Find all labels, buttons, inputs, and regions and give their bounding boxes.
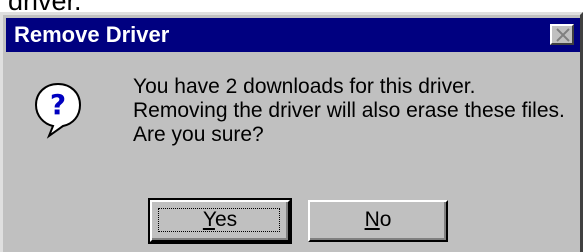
message-line-2: Removing the driver will also erase thes…	[133, 99, 565, 122]
yes-button-label: Yes	[202, 208, 238, 231]
title-bar[interactable]: Remove Driver	[6, 18, 580, 52]
message-line-3: Are you sure?	[133, 123, 264, 146]
close-icon	[556, 28, 570, 42]
svg-text:?: ?	[50, 88, 66, 121]
dialog-title: Remove Driver	[14, 22, 170, 47]
message-line-1: You have 2 downloads for this driver.	[133, 75, 476, 98]
message-text: You have 2 downloads for this driver. Re…	[133, 75, 565, 147]
close-button[interactable]	[550, 24, 574, 45]
question-icon: ?	[33, 81, 83, 139]
no-button[interactable]: No	[308, 200, 448, 242]
remove-driver-dialog: Remove Driver ? You have 2 downloads for…	[0, 12, 583, 252]
yes-button[interactable]: Yes	[148, 198, 292, 244]
no-button-label: No	[364, 208, 392, 231]
